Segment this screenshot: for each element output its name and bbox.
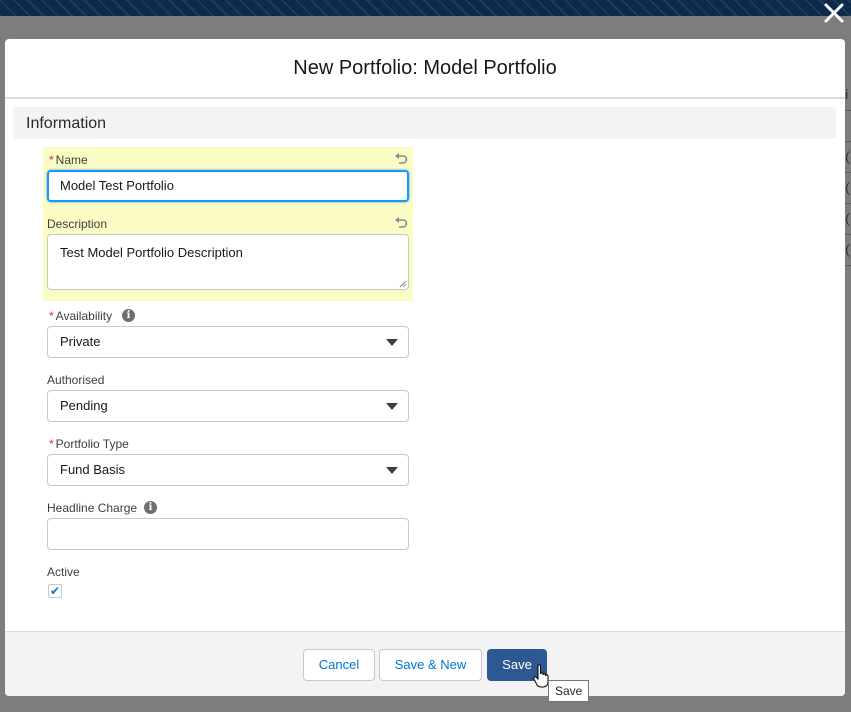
chevron-down-icon — [386, 403, 398, 410]
description-value: Test Model Portfolio Description — [60, 245, 243, 260]
name-label-text: Name — [55, 153, 88, 167]
active-checkbox[interactable]: ✔ — [48, 584, 62, 598]
description-textarea[interactable]: Test Model Portfolio Description — [47, 234, 409, 290]
required-marker: * — [49, 309, 54, 323]
chevron-down-icon — [386, 467, 398, 474]
modal-header: New Portfolio: Model Portfolio — [5, 39, 845, 99]
availability-value: Private — [60, 334, 101, 349]
authorised-select[interactable]: Pending — [47, 390, 409, 422]
availability-select[interactable]: Private — [47, 326, 409, 358]
info-icon[interactable]: i — [122, 309, 135, 322]
resize-grip-icon[interactable] — [399, 280, 407, 288]
name-input[interactable]: Model Test Portfolio — [47, 170, 409, 202]
active-label: Active — [47, 565, 80, 579]
required-marker: * — [49, 437, 54, 451]
modal-body: Information * Name Model Test Portfolio D… — [5, 99, 845, 631]
section-header-information[interactable]: Information — [13, 107, 836, 139]
description-label: Description — [47, 217, 108, 231]
portfolio-type-select[interactable]: Fund Basis — [47, 454, 409, 486]
authorised-label: Authorised — [47, 373, 105, 387]
background-app-header — [0, 0, 851, 16]
info-icon[interactable]: i — [144, 501, 157, 514]
section-title: Information — [26, 115, 107, 132]
modal-title: New Portfolio: Model Portfolio — [293, 56, 557, 79]
required-marker: * — [49, 153, 54, 167]
chevron-down-icon — [386, 339, 398, 346]
close-icon[interactable] — [821, 2, 847, 28]
portfolio-type-value: Fund Basis — [60, 462, 126, 477]
portfolio-type-label: * Portfolio Type — [49, 437, 129, 451]
new-portfolio-modal: New Portfolio: Model Portfolio Informati… — [5, 39, 845, 696]
headline-charge-input[interactable] — [47, 518, 409, 550]
modal-footer: Cancel Save & New Save — [5, 631, 845, 696]
undo-icon[interactable] — [394, 152, 408, 166]
save-and-new-button[interactable]: Save & New — [379, 649, 482, 681]
authorised-value: Pending — [60, 398, 108, 413]
undo-icon[interactable] — [394, 216, 408, 230]
availability-label-text: Availability — [55, 309, 113, 323]
save-tooltip: Save — [548, 680, 590, 702]
availability-label: * Availability — [49, 309, 112, 323]
name-label: * Name — [49, 153, 88, 167]
headline-charge-label: Headline Charge — [47, 501, 138, 515]
portfolio-type-label-text: Portfolio Type — [55, 437, 129, 451]
cancel-button[interactable]: Cancel — [303, 649, 375, 681]
